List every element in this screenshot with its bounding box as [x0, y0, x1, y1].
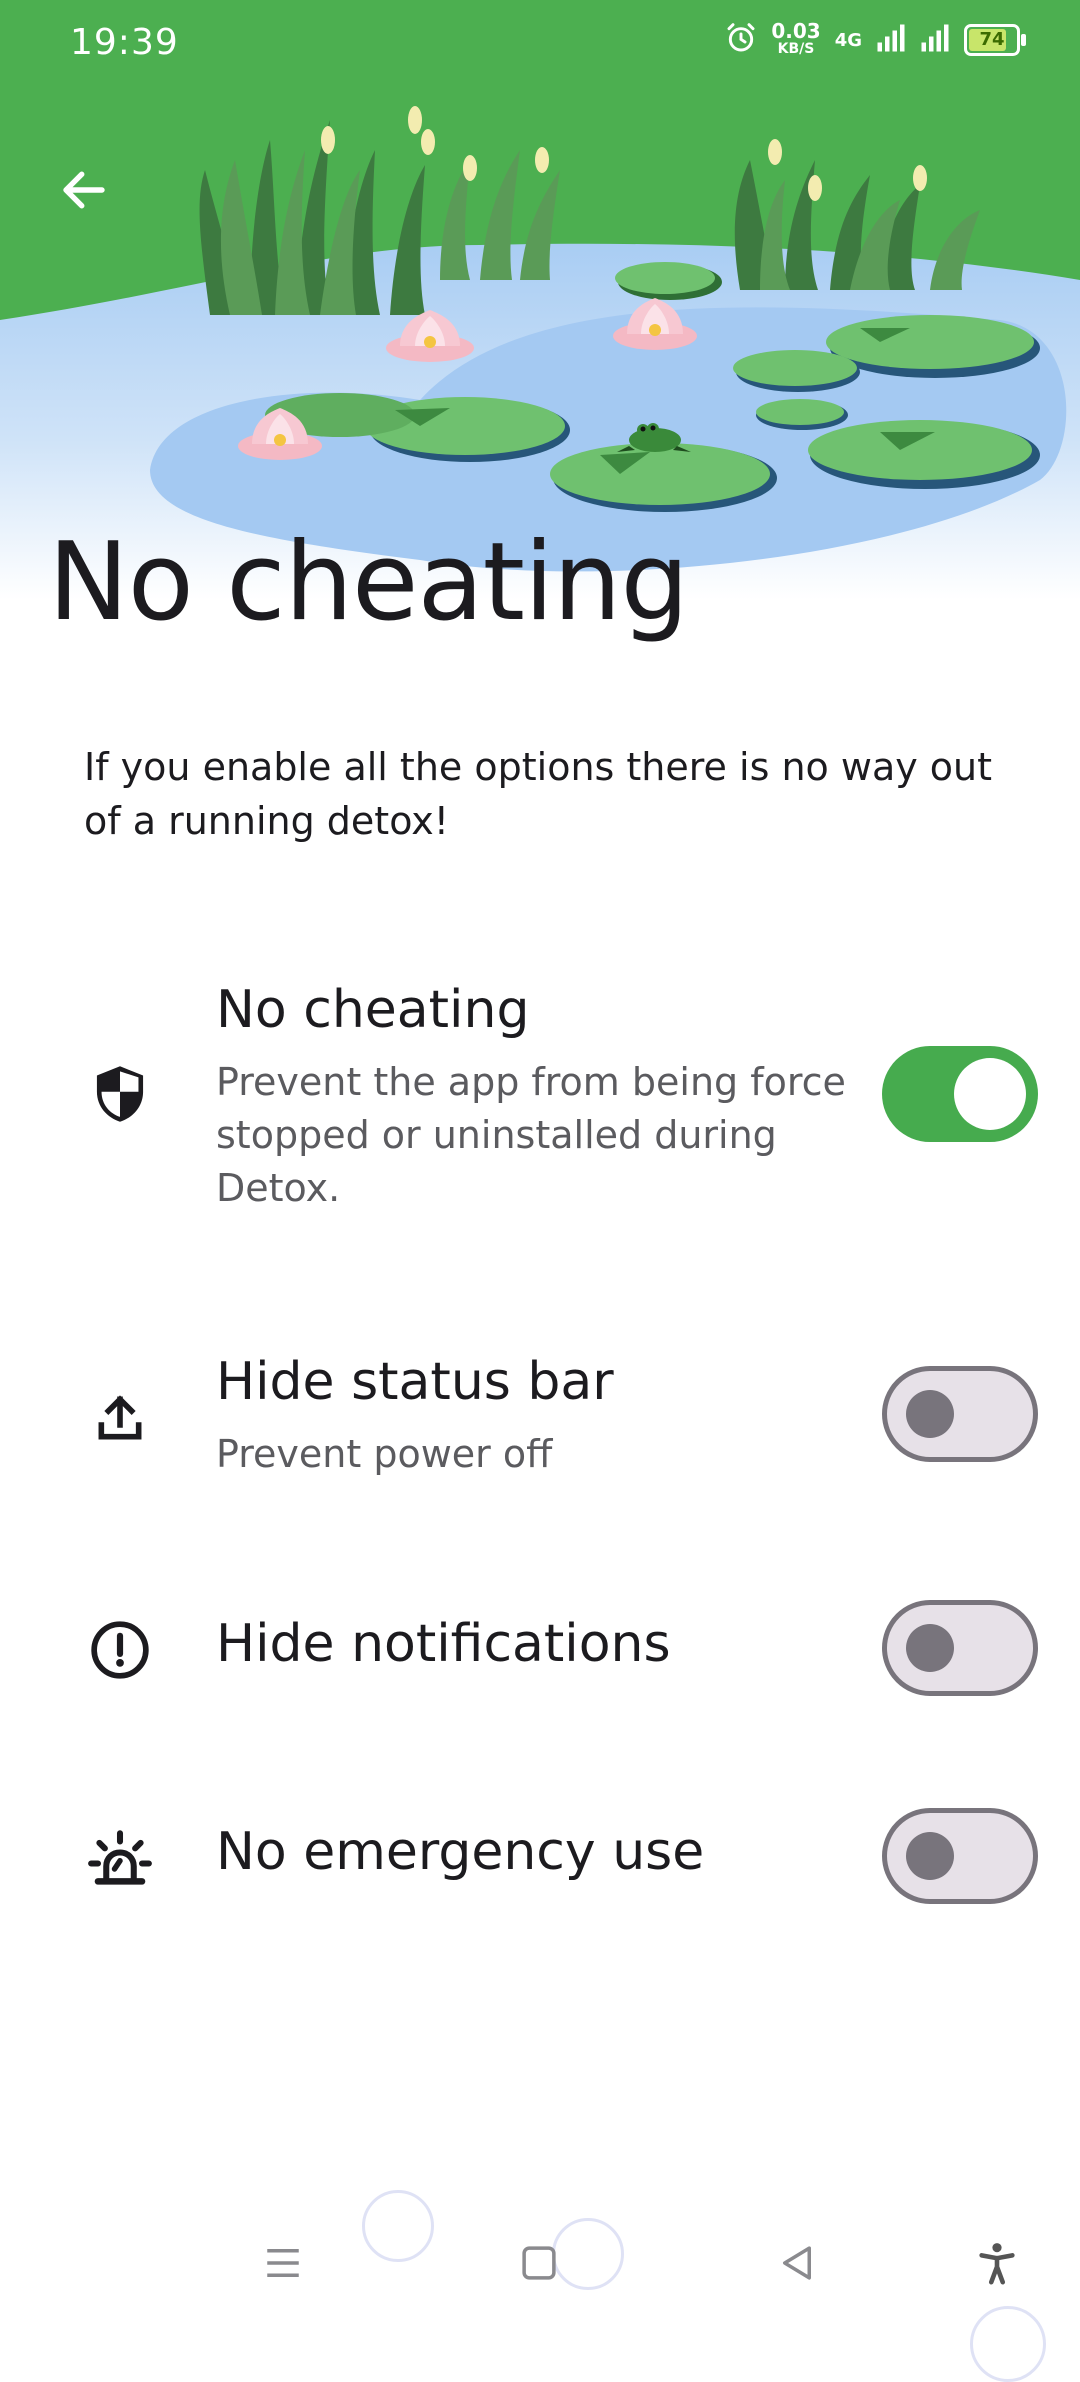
- toggle-knob: [906, 1624, 954, 1672]
- system-nav-bar: [0, 2190, 1080, 2382]
- battery-icon: 74: [964, 24, 1026, 56]
- toggle-knob: [906, 1390, 954, 1438]
- setting-no-emergency-use[interactable]: No emergency use: [0, 1808, 1080, 1908]
- signal-icon: [876, 23, 906, 57]
- setting-no-cheating[interactable]: No cheating Prevent the app from being f…: [0, 980, 1080, 1220]
- home-icon[interactable]: [504, 2228, 574, 2298]
- alarm-icon: [725, 22, 757, 58]
- signal-icon: [920, 23, 950, 57]
- arrow-left-icon: [63, 171, 105, 209]
- page-title: No cheating: [48, 520, 689, 645]
- touch-indicator: [970, 2306, 1046, 2382]
- setting-title: No cheating: [216, 980, 530, 1040]
- network-type: 4G: [834, 29, 862, 51]
- hide-notifications-toggle[interactable]: [882, 1600, 1038, 1696]
- setting-subtitle: Prevent the app from being force stopped…: [216, 1060, 846, 1210]
- siren-icon: [84, 1822, 156, 1894]
- touch-indicator: [362, 2190, 434, 2262]
- hide-status-bar-toggle[interactable]: [882, 1366, 1038, 1462]
- setting-hide-notifications[interactable]: Hide notifications: [0, 1600, 1080, 1700]
- exclamation-circle-icon: [84, 1614, 156, 1686]
- back-icon[interactable]: [762, 2228, 832, 2298]
- setting-title: Hide status bar: [216, 1352, 614, 1412]
- network-speed: 0.03 KB/S: [771, 19, 821, 57]
- page-description: If you enable all the options there is n…: [84, 745, 993, 843]
- toggle-knob: [954, 1058, 1026, 1130]
- status-time: 19:39: [70, 22, 179, 63]
- back-button[interactable]: [44, 150, 124, 230]
- status-icons: 0.03 KB/S 4G 74: [725, 19, 1026, 58]
- toggle-knob: [906, 1832, 954, 1880]
- setting-title: Hide notifications: [216, 1614, 671, 1674]
- setting-hide-status-bar[interactable]: Hide status bar Prevent power off: [0, 1352, 1080, 1482]
- setting-title: No emergency use: [216, 1822, 705, 1882]
- shield-icon: [84, 1058, 156, 1130]
- menu-icon[interactable]: [248, 2228, 318, 2298]
- upload-icon: [84, 1382, 156, 1454]
- setting-subtitle: Prevent power off: [216, 1432, 553, 1476]
- no-emergency-use-toggle[interactable]: [882, 1808, 1038, 1904]
- accessibility-icon[interactable]: [962, 2228, 1032, 2298]
- status-bar: 19:39 0.03 KB/S 4G 74: [0, 0, 1080, 96]
- no-cheating-toggle[interactable]: [882, 1046, 1038, 1142]
